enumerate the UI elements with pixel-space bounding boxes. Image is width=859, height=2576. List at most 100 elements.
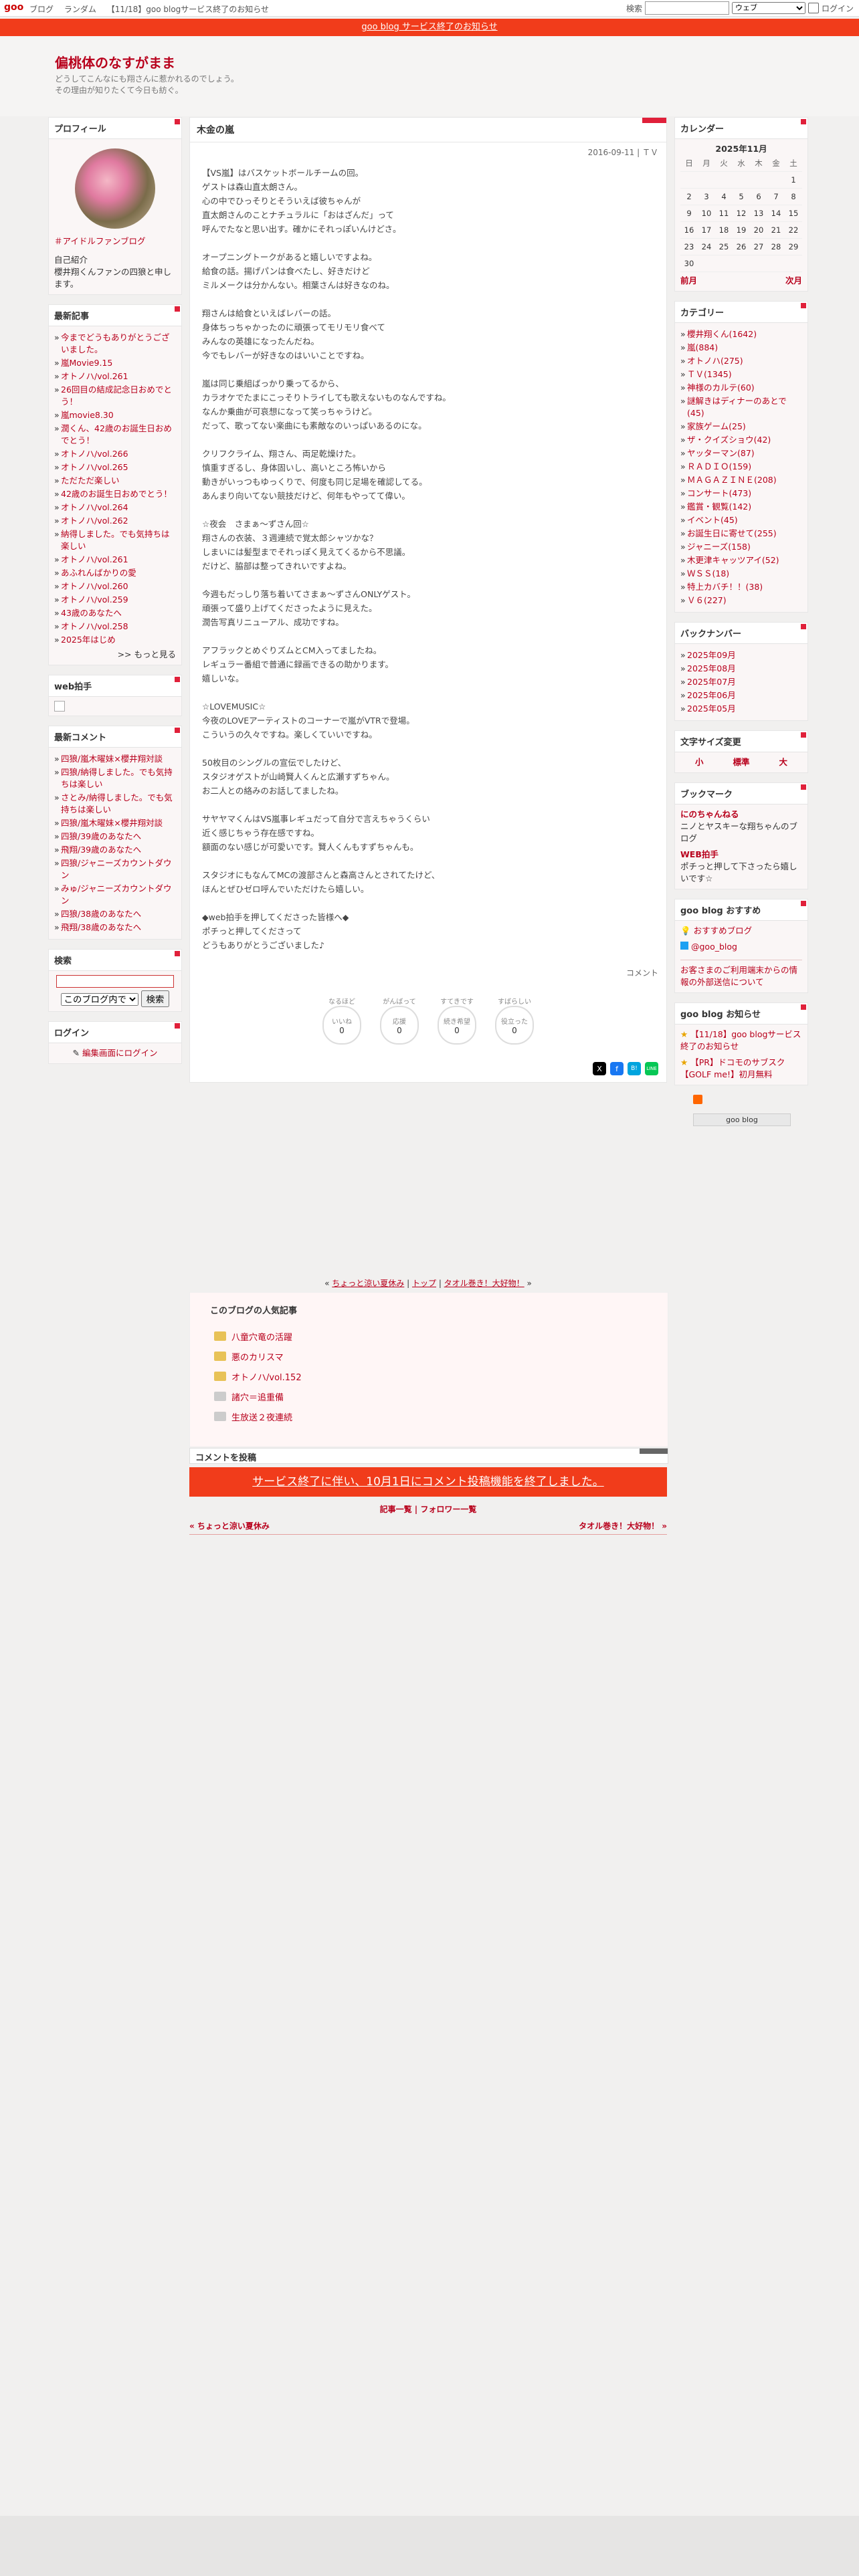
blog-search-input[interactable] [56,975,174,988]
popular-item[interactable]: 八童穴竜の活躍 [214,1326,302,1346]
login-link[interactable]: ログイン [822,3,854,14]
backnumber-item[interactable]: 2025年05月 [680,703,802,715]
recent-post-item[interactable]: 嵐Movie9.15 [54,357,176,369]
recent-post-item[interactable]: オトノハ/vol.264 [54,502,176,514]
popular-item[interactable]: 生放送２夜連続 [214,1406,302,1426]
category-item[interactable]: ジャニーズ(158) [680,541,802,553]
nav-random[interactable]: ランダム [64,5,96,14]
reaction-circle[interactable]: 役立った 0 [495,1006,534,1045]
reaction-button[interactable]: なるほど いいね 0 [322,996,361,1045]
reaction-circle[interactable]: 応援 0 [380,1006,419,1045]
blog-search-button[interactable]: 検索 [140,990,170,1007]
bookmark-link[interactable]: WEB拍手 [680,849,802,861]
notice-link[interactable]: 【PR】ドコモのサブスク【GOLF me!】初月無料 [680,1057,785,1079]
reaction-button[interactable]: すてきです 続き希望 0 [438,996,476,1045]
recent-post-item[interactable]: オトノハ/vol.259 [54,594,176,606]
backnumber-item[interactable]: 2025年09月 [680,649,802,661]
recent-post-item[interactable]: 今までどうもありがとうございました。 [54,332,176,356]
backnumber-item[interactable]: 2025年07月 [680,676,802,688]
nav-notice[interactable]: 【11/18】goo blogサービス終了のお知らせ [107,5,269,14]
recent-comment-item[interactable]: 飛翔/39歳のあなたへ [54,844,176,856]
font-small[interactable]: 小 [695,756,704,768]
recent-post-item[interactable]: あふれんばかりの愛 [54,567,176,579]
pager-prev[interactable]: ちょっと涼い夏休み [332,1279,404,1288]
edit-login-link[interactable]: 編集画面にログイン [82,1048,158,1058]
blog-search-scope[interactable]: このブログ内で [60,993,138,1006]
recent-post-item[interactable]: 2025年はじめ [54,634,176,646]
category-item[interactable]: 謎解きはディナーのあとで(45) [680,395,802,419]
category-item[interactable]: イベント(45) [680,514,802,526]
recent-comment-item[interactable]: みゅ/ジャニーズカウントダウン [54,883,176,907]
recent-post-item[interactable]: オトノハ/vol.260 [54,580,176,593]
recent-comment-item[interactable]: さとみ/納得しました。でも気持ちは楽しい [54,792,176,816]
transmission-notice-link[interactable]: お客さまのご利用端末からの情報の外部送信について [680,965,797,987]
rss-icon[interactable] [693,1095,702,1104]
font-normal[interactable]: 標準 [733,756,749,768]
reaction-button[interactable]: すばらしい 役立った 0 [495,996,534,1045]
backnumber-item[interactable]: 2025年08月 [680,663,802,675]
comment-link[interactable]: コメント [190,963,666,982]
font-large[interactable]: 大 [779,756,787,768]
category-item[interactable]: ＲＡＤＩＯ(159) [680,461,802,473]
goo-logo[interactable]: goo [4,2,23,13]
recent-post-item[interactable]: 26回目の結成記念日おめでとう！ [54,384,176,408]
footer-goo-logo[interactable]: goo blog [693,1113,791,1126]
comment-closed-banner[interactable]: サービス終了に伴い、10月1日にコメント投稿機能を終了しました。 [189,1467,667,1497]
reaction-circle[interactable]: いいね 0 [322,1006,361,1045]
more-link[interactable]: >> もっと見る [54,649,176,661]
recent-comment-item[interactable]: 飛翔/38歳のあなたへ [54,922,176,934]
recent-post-item[interactable]: 納得しました。でも気持ちは楽しい [54,528,176,552]
recommend-link[interactable]: おすすめブログ [694,926,753,936]
category-item[interactable]: ヤッターマン(87) [680,447,802,459]
search-input[interactable] [644,1,729,15]
category-item[interactable]: ＷＳＳ(18) [680,568,802,580]
search-icon[interactable] [807,3,819,13]
recent-comment-item[interactable]: 四狼/39歳のあなたへ [54,831,176,843]
category-item[interactable]: ザ・クイズショウ(42) [680,434,802,446]
search-scope-select[interactable]: ウェブ [731,2,805,14]
category-item[interactable]: 木更津キャッツアイ(52) [680,554,802,566]
bookmark-link[interactable]: にのちゃんねる [680,809,739,819]
category-item[interactable]: ＭＡＧＡＺＩＮＥ(208) [680,474,802,486]
category-item[interactable]: 神様のカルテ(60) [680,382,802,394]
backnumber-item[interactable]: 2025年06月 [680,689,802,702]
blog-title[interactable]: 偏桃体のなすがまま [55,52,175,72]
nav-blog[interactable]: ブログ [29,5,54,14]
category-item[interactable]: 嵐(884) [680,342,802,354]
category-item[interactable]: ＴＶ(1345) [680,368,802,381]
recent-comment-item[interactable]: 四狼/嵐木曜妹×櫻井翔対談 [54,817,176,829]
recent-post-item[interactable]: オトノハ/vol.266 [54,448,176,460]
recent-post-item[interactable]: ただただ楽しい [54,475,176,487]
reaction-button[interactable]: がんばって 応援 0 [380,996,419,1045]
article-date[interactable]: 2016-09-11 | ＴＶ [190,142,666,162]
category-item[interactable]: コンサート(473) [680,488,802,500]
recent-post-item[interactable]: オトノハ/vol.261 [54,370,176,383]
popular-item[interactable]: 諸穴＝追重備 [214,1386,302,1406]
category-item[interactable]: 鑑賞・観覧(142) [680,501,802,513]
calendar-prev[interactable]: 前月 [680,275,697,287]
recent-post-item[interactable]: 43歳のあなたへ [54,607,176,619]
followers-link[interactable]: フォロワー一覧 [420,1505,476,1514]
bottom-next-link[interactable]: タオル巻き！大好物！ » [579,1520,667,1531]
recent-comment-item[interactable]: 四狼/ジャニーズカウントダウン [54,857,176,881]
reaction-circle[interactable]: 続き希望 0 [438,1006,476,1045]
category-item[interactable]: お誕生日に寄せて(255) [680,528,802,540]
pager-next[interactable]: タオル巻き！大好物！ [444,1279,524,1288]
category-item[interactable]: Ｖ６(227) [680,595,802,607]
hatena-share-icon[interactable]: B! [628,1062,641,1075]
recent-comment-item[interactable]: 四狼/38歳のあなたへ [54,908,176,920]
recent-post-item[interactable]: 42歳のお誕生日おめでとう！ [54,488,176,500]
recent-post-item[interactable]: オトノハ/vol.261 [54,554,176,566]
category-item[interactable]: 特上カバチ！！(38) [680,581,802,593]
twitter-link[interactable]: @goo_blog [691,942,737,952]
pager-top[interactable]: トップ [412,1279,436,1288]
x-share-icon[interactable]: X [593,1062,606,1075]
calendar-next[interactable]: 次月 [785,275,802,287]
recent-post-item[interactable]: 嵐movie8.30 [54,409,176,421]
line-share-icon[interactable]: LINE [645,1062,658,1075]
profile-link[interactable]: ＃アイドルファンブログ [54,236,146,246]
service-end-banner[interactable]: goo blog サービス終了のお知らせ [0,19,859,36]
category-item[interactable]: 家族ゲーム(25) [680,421,802,433]
notice-link[interactable]: 【11/18】goo blogサービス終了のお知らせ [680,1029,801,1051]
category-item[interactable]: オトノハ(275) [680,355,802,367]
